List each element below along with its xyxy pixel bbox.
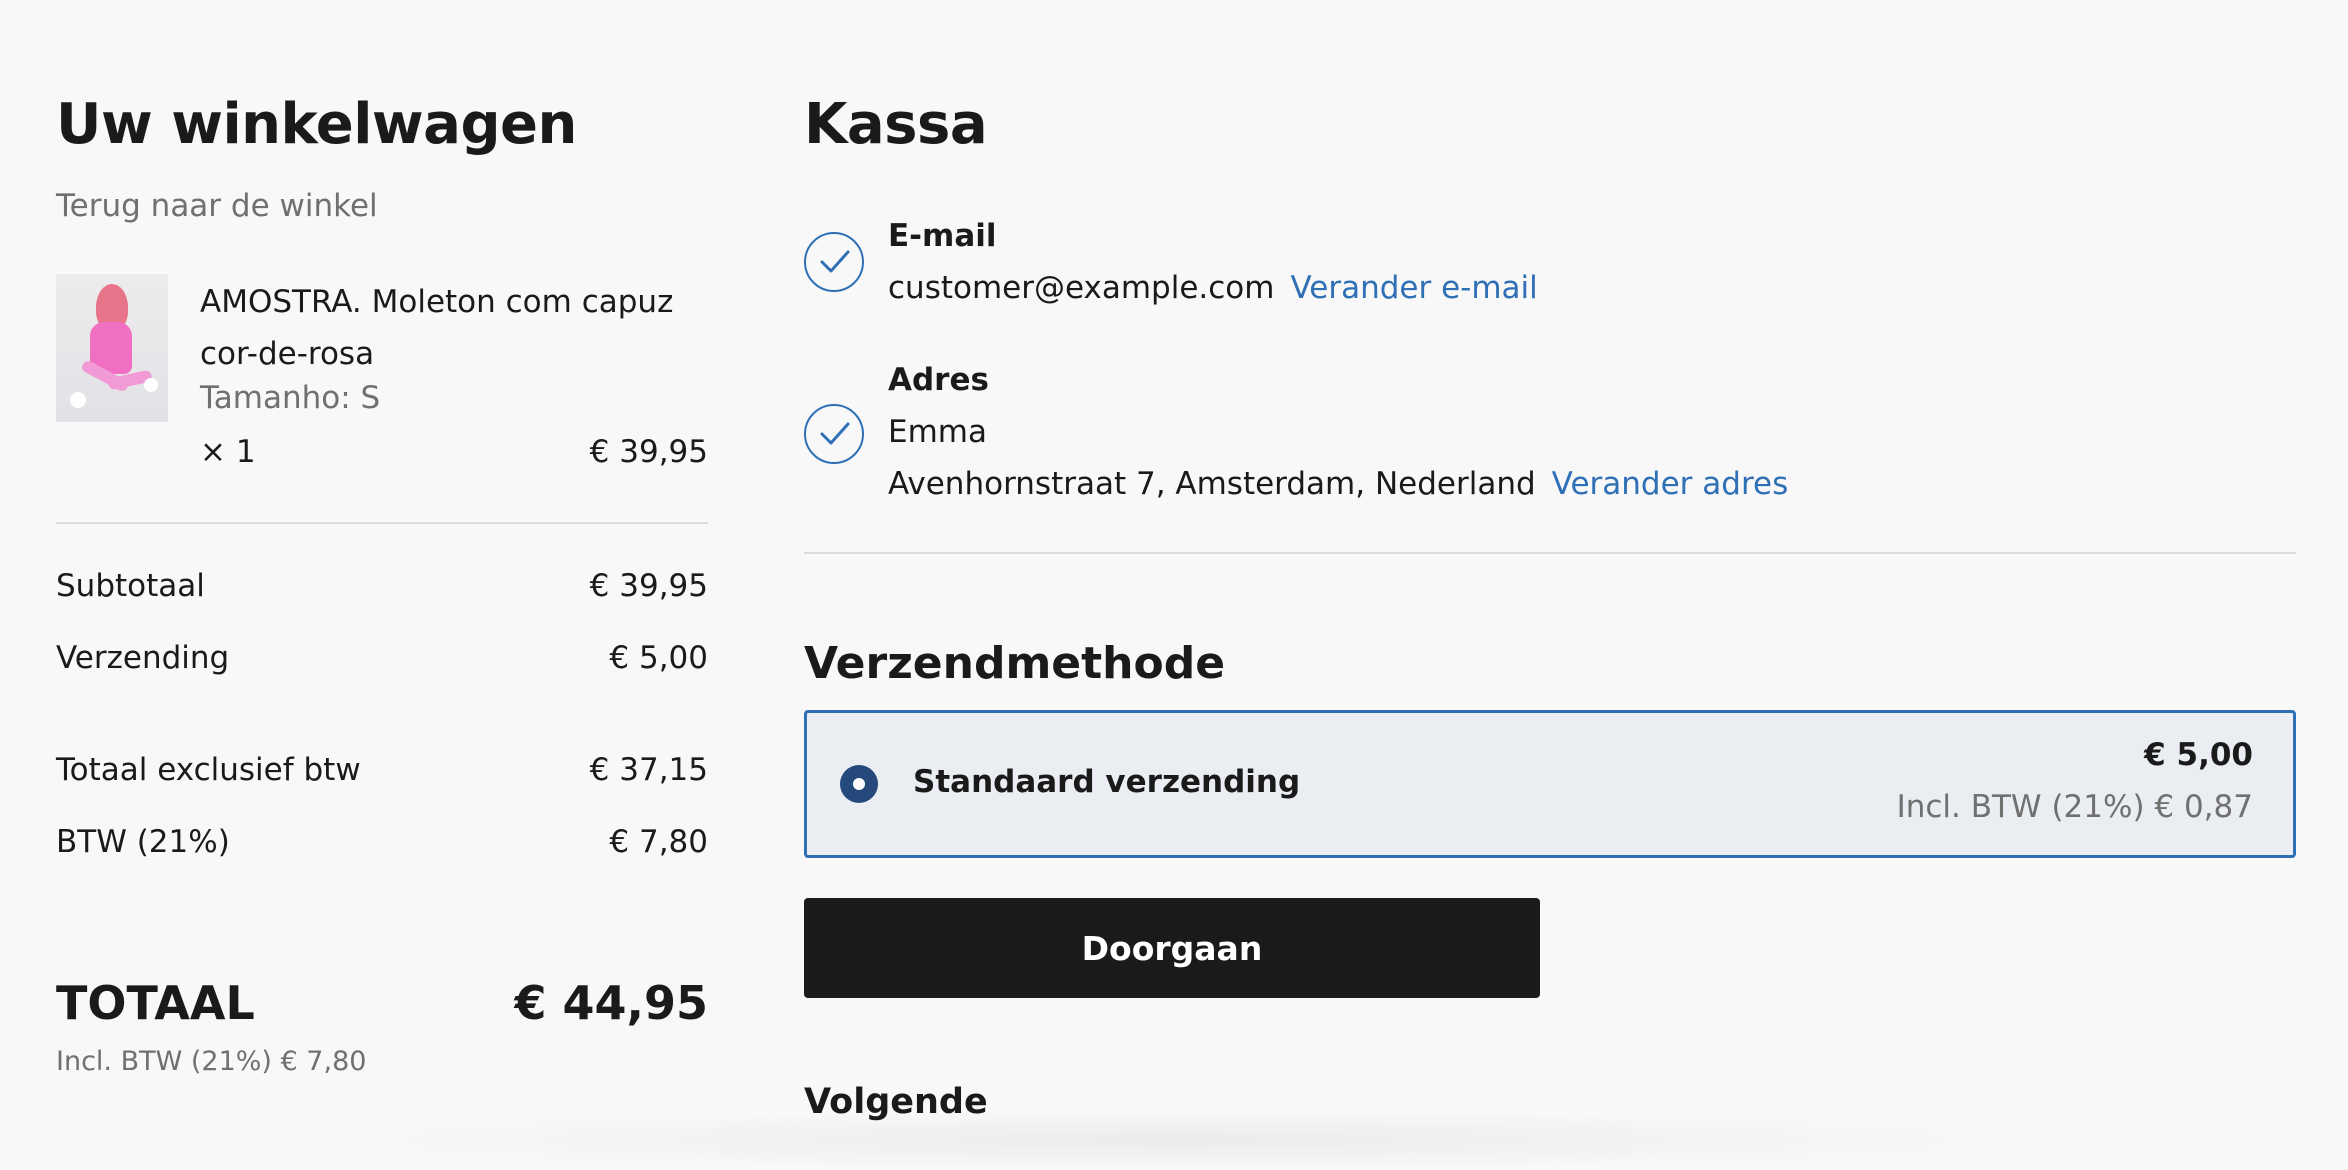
radio-selected-icon[interactable]: [840, 765, 878, 803]
subtotal-value: € 39,95: [589, 568, 708, 604]
address-check-icon: [804, 404, 864, 464]
email-step-title: E-mail: [888, 218, 997, 254]
product-name: AMOSTRA. Moleton com capuz cor-de-rosa: [200, 284, 674, 372]
bottom-shadow: [300, 1110, 2050, 1170]
subtotal-label: Subtotaal: [56, 568, 205, 604]
email-check-icon: [804, 232, 864, 292]
back-to-shop-link[interactable]: Terug naar de winkel: [56, 188, 378, 224]
total-label: TOTAAL: [56, 976, 255, 1030]
change-email-link[interactable]: Verander e-mail: [1290, 270, 1537, 306]
total-value: € 44,95: [514, 976, 708, 1030]
shipping-option-standard[interactable]: Standaard verzending € 5,00 Incl. BTW (2…: [804, 710, 2296, 858]
shipping-label: Verzending: [56, 640, 230, 676]
address-row: Avenhornstraat 7, Amsterdam, Nederland Ve…: [888, 466, 1788, 502]
email-value: customer@example.com: [888, 270, 1275, 306]
product-thumbnail: [56, 274, 168, 422]
vat-value: € 7,80: [609, 824, 708, 860]
shipping-value: € 5,00: [609, 640, 708, 676]
excl-vat-value: € 37,15: [589, 752, 708, 788]
shipping-method-title: Verzendmethode: [804, 638, 1226, 689]
address-line: Avenhornstraat 7, Amsterdam, Nederland: [888, 466, 1536, 502]
shipping-option-price: € 5,00: [2144, 737, 2253, 773]
product-price: € 39,95: [589, 434, 708, 470]
shipping-option-tax: Incl. BTW (21%) € 0,87: [1896, 789, 2253, 825]
address-name: Emma: [888, 414, 987, 450]
continue-button[interactable]: Doorgaan: [804, 898, 1540, 998]
cart-title: Uw winkelwagen: [56, 92, 577, 157]
email-row: customer@example.com Verander e-mail: [888, 270, 1538, 306]
excl-vat-label: Totaal exclusief btw: [56, 752, 361, 788]
cart-divider: [56, 522, 708, 524]
product-quantity: × 1: [200, 434, 256, 470]
change-address-link[interactable]: Verander adres: [1552, 466, 1789, 502]
total-tax-note: Incl. BTW (21%) € 7,80: [56, 1046, 367, 1077]
checkout-divider: [804, 552, 2296, 554]
product-variant: Tamanho: S: [200, 380, 381, 416]
shipping-option-name: Standaard verzending: [913, 764, 1301, 800]
checkout-title: Kassa: [804, 92, 988, 157]
address-step-title: Adres: [888, 362, 989, 398]
vat-label: BTW (21%): [56, 824, 230, 860]
